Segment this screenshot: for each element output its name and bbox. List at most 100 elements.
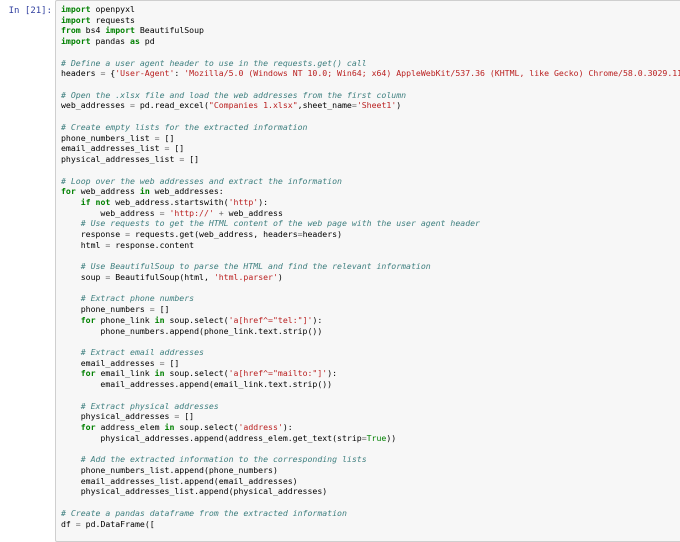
code-line[interactable]: web_addresses = pd.read_excel("Companies… [61, 100, 680, 111]
code-line[interactable]: email_addresses.append(email_link.text.s… [61, 379, 680, 390]
code-editor[interactable]: import openpyxl import requests from bs4 i… [55, 0, 680, 542]
code-keyword: in [154, 314, 165, 325]
code-string: 'Sheet1' [356, 100, 397, 111]
code-line[interactable] [61, 47, 680, 58]
code-keyword: for [80, 314, 96, 325]
code-line[interactable]: if not web_address.startswith('http'): [61, 197, 680, 208]
code-text: phone_numbers_list [61, 132, 155, 143]
code-text: pd.DataFrame([ [80, 518, 155, 529]
code-keyword: in [164, 422, 175, 433]
code-line[interactable]: email_addresses_list = [] [61, 143, 680, 154]
code-block[interactable]: import openpyxl import requests from bs4 i… [61, 4, 680, 529]
code-line[interactable]: # Extract email addresses [61, 347, 680, 358]
code-line[interactable]: phone_numbers_list.append(phone_numbers) [61, 465, 680, 476]
code-comment: # Use BeautifulSoup to parse the HTML an… [80, 261, 431, 272]
code-line[interactable]: # Extract phone numbers [61, 293, 680, 304]
code-builtin: True [366, 432, 387, 443]
code-line[interactable]: # Create empty lists for the extracted i… [61, 122, 680, 133]
code-line[interactable]: physical_addresses_list.append(physical_… [61, 486, 680, 497]
code-line[interactable] [61, 336, 680, 347]
code-line[interactable]: # Define a user agent header to use in t… [61, 58, 680, 69]
code-comment: # Extract email addresses [80, 347, 204, 357]
code-keyword: as [130, 36, 140, 47]
code-line[interactable]: for phone_link in soup.select('a[href^="… [61, 315, 680, 326]
code-string: 'http://' [169, 207, 214, 218]
code-comment: # Define a user agent header to use in t… [61, 57, 367, 68]
code-line[interactable]: for address_elem in soup.select('address… [61, 422, 680, 433]
code-line[interactable]: import requests [61, 15, 680, 26]
code-line[interactable]: phone_numbers_list = [] [61, 133, 680, 144]
code-line[interactable]: for web_address in web_addresses: [61, 186, 680, 197]
code-line[interactable]: phone_numbers.append(phone_link.text.str… [61, 326, 680, 337]
code-text: headers [61, 68, 101, 79]
code-line[interactable]: # Open the .xlsx file and load the web a… [61, 90, 680, 101]
code-text: ): [312, 314, 323, 325]
code-text: [] [164, 357, 180, 368]
notebook-code-cell[interactable]: In [21]: import openpyxl import requests f… [0, 0, 680, 542]
code-line[interactable]: physical_addresses_list = [] [61, 154, 680, 165]
code-text: response.content [110, 239, 195, 250]
code-text: [] [169, 143, 185, 154]
code-comment: # Open the .xlsx file and load the web a… [61, 89, 407, 100]
code-line[interactable]: soup = BeautifulSoup(html, 'html.parser'… [61, 272, 680, 283]
code-comment: # Extract phone numbers [80, 293, 195, 304]
code-line[interactable] [61, 497, 680, 508]
code-line[interactable]: response = requests.get(web_address, hea… [61, 229, 680, 240]
code-keyword: for [80, 368, 96, 379]
code-string: "Companies 1.xlsx" [208, 100, 298, 111]
code-line[interactable]: web_address = 'http://' + web_address [61, 208, 680, 219]
code-text: web_addresses: [149, 186, 224, 197]
code-text: [] [154, 304, 170, 315]
code-line[interactable]: # Use requests to get the HTML content o… [61, 218, 680, 229]
code-keyword: if [80, 196, 91, 207]
code-line[interactable] [61, 165, 680, 176]
code-line[interactable]: email_addresses_list.append(email_addres… [61, 476, 680, 487]
code-line[interactable]: for email_link in soup.select('a[href^="… [61, 368, 680, 379]
code-text: email_addresses_list.append(email_addres… [61, 475, 298, 486]
code-line[interactable]: from bs4 import BeautifulSoup [61, 25, 680, 36]
code-line[interactable]: # Create a pandas dataframe from the ext… [61, 508, 680, 519]
code-line[interactable]: phone_numbers = [] [61, 304, 680, 315]
code-line[interactable]: email_addresses = [] [61, 358, 680, 369]
code-line[interactable]: physical_addresses = [] [61, 411, 680, 422]
code-text: web_address.startswith( [110, 196, 229, 207]
code-text: soup.select( [164, 314, 229, 325]
code-text: requests.get(web_address, headers [130, 229, 298, 240]
code-line[interactable]: df = pd.DataFrame([ [61, 519, 680, 530]
code-line[interactable]: # Add the extracted information to the c… [61, 454, 680, 465]
code-line[interactable]: html = response.content [61, 240, 680, 251]
code-comment: # Loop over the web addresses and extrac… [61, 175, 342, 186]
code-line[interactable]: import openpyxl [61, 4, 680, 15]
code-text: pandas [90, 36, 131, 47]
code-line[interactable]: # Loop over the web addresses and extrac… [61, 176, 680, 187]
code-keyword: from [61, 25, 81, 36]
code-keyword: for [80, 422, 96, 433]
code-keyword: not [95, 196, 111, 207]
code-keyword: in [139, 186, 150, 197]
code-line[interactable]: physical_addresses.append(address_elem.g… [61, 433, 680, 444]
code-line[interactable] [61, 79, 680, 90]
code-string: 'address' [238, 422, 283, 433]
code-line[interactable]: import pandas as pd [61, 36, 680, 47]
code-text: ) [396, 100, 402, 111]
code-line[interactable] [61, 443, 680, 454]
code-text: soup.select( [174, 422, 239, 433]
code-text: [] [184, 154, 200, 165]
code-text: BeautifulSoup [134, 25, 204, 36]
code-line[interactable]: # Extract physical addresses [61, 401, 680, 412]
code-line[interactable]: # Use BeautifulSoup to parse the HTML an… [61, 261, 680, 272]
code-line[interactable] [61, 251, 680, 262]
code-line[interactable]: headers = {'User-Agent': 'Mozilla/5.0 (W… [61, 68, 680, 79]
code-text: [] [179, 411, 195, 422]
code-line[interactable] [61, 111, 680, 122]
cell-prompt: In [21]: [8, 6, 52, 16]
code-text: address_elem [95, 422, 165, 433]
code-line[interactable] [61, 390, 680, 401]
code-text: : [174, 68, 185, 79]
code-line[interactable] [61, 283, 680, 294]
code-comment: # Use requests to get the HTML content o… [80, 218, 480, 229]
